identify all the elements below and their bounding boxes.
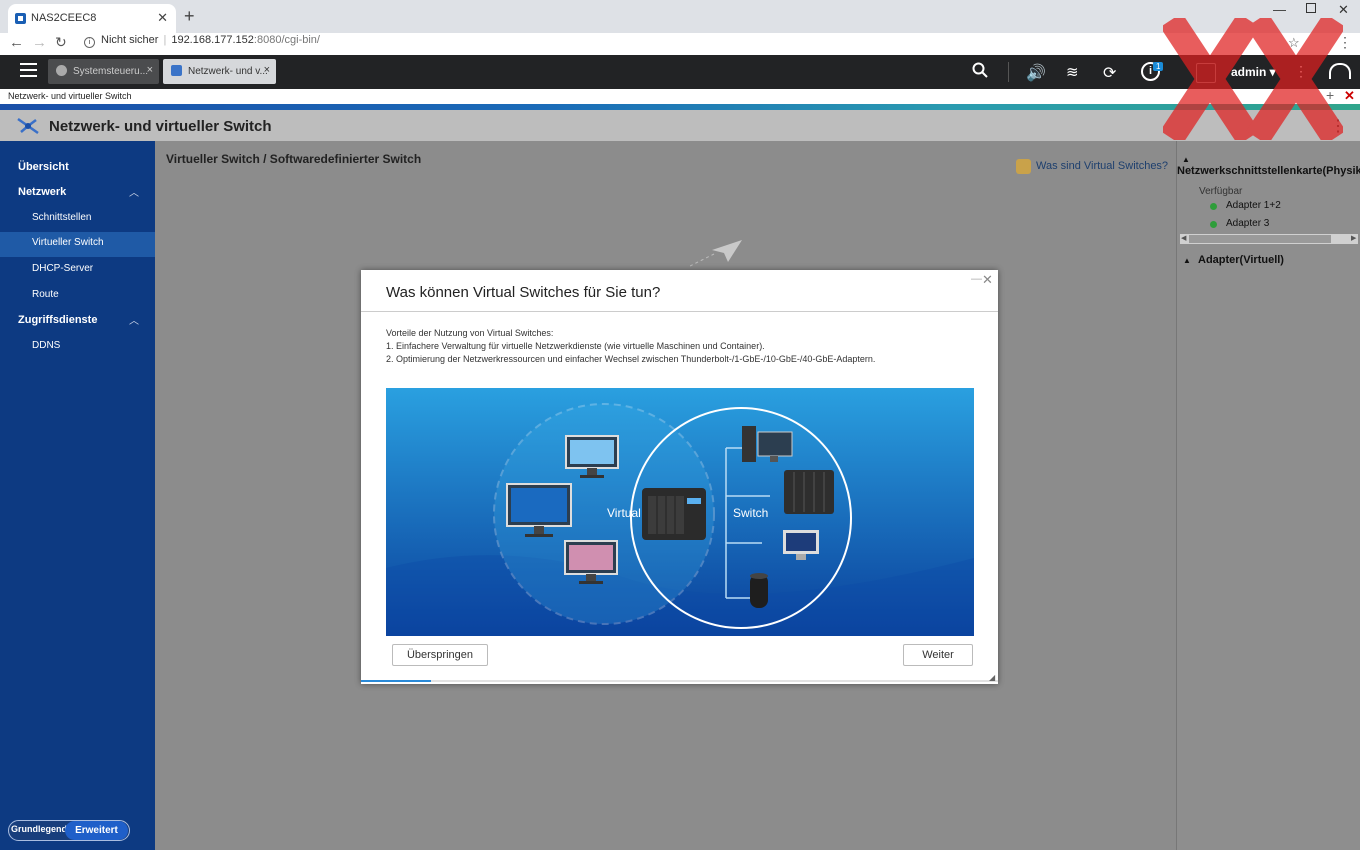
search-icon[interactable] xyxy=(972,62,988,83)
sidebar-item-ddns[interactable]: DDNS xyxy=(0,335,155,359)
status-dot xyxy=(1210,221,1217,228)
minimize-icon[interactable]: — xyxy=(971,273,982,285)
browser-tab-title: NAS2CEEC8 xyxy=(31,12,97,24)
skip-button[interactable]: Überspringen xyxy=(392,644,488,666)
qts-toolbar: Systemsteueru... × Netzwerk- und v... × … xyxy=(0,55,1360,89)
illus-switch-label: Switch xyxy=(733,506,768,520)
progress-track xyxy=(361,680,998,682)
main-menu-icon[interactable] xyxy=(20,63,37,80)
sidebar-item-overview[interactable]: Übersicht xyxy=(0,156,155,180)
page-title: Netzwerk- und virtueller Switch xyxy=(49,118,272,135)
window-crumb: Netzwerk- und virtueller Switch xyxy=(8,91,132,101)
adapter-item[interactable]: Adapter 3 xyxy=(1226,218,1269,229)
sidebar-item-label: DHCP-Server xyxy=(32,263,94,274)
progress-fill xyxy=(361,680,431,682)
sidebar-item-label: Zugriffsdienste xyxy=(18,314,98,326)
adapter-item[interactable]: Adapter 1+2 xyxy=(1226,200,1281,211)
virtual-adapter-header[interactable]: Adapter(Virtuell) xyxy=(1198,254,1284,266)
back-icon[interactable]: ← xyxy=(9,34,24,51)
sidebar-item-virtual-switch[interactable]: Virtueller Switch xyxy=(0,232,155,257)
maximize-window-icon[interactable] xyxy=(1306,3,1316,13)
url-path: :8080/cgi-bin/ xyxy=(253,34,320,46)
available-label: Verfügbar xyxy=(1199,186,1243,197)
close-icon[interactable]: × xyxy=(147,64,153,76)
collapse-icon[interactable]: ▲ xyxy=(1182,155,1190,164)
intro-dialog: Was können Virtual Switches für Sie tun?… xyxy=(361,270,998,684)
insecure-label: Nicht sicher xyxy=(101,34,159,46)
scroll-left-icon[interactable]: ◀ xyxy=(1181,234,1186,242)
new-tab-icon[interactable]: + xyxy=(184,6,195,27)
sidebar-item-network[interactable]: Netzwerk ︿ xyxy=(0,181,155,205)
close-app-icon[interactable]: ✕ xyxy=(1344,88,1355,104)
app-header: Netzwerk- und virtueller Switch ⋮ xyxy=(0,110,1360,141)
sidebar-item-label: DDNS xyxy=(32,340,61,351)
sidebar-item-label: Virtueller Switch xyxy=(32,237,104,248)
scroll-right-icon[interactable]: ▶ xyxy=(1351,234,1356,242)
browser-tab[interactable]: NAS2CEEC8 ✕ xyxy=(8,4,176,33)
notification-badge: 1 xyxy=(1153,62,1164,71)
gear-icon xyxy=(56,65,67,76)
sidebar-item-label: Schnittstellen xyxy=(32,212,92,223)
forward-icon[interactable]: → xyxy=(32,34,47,51)
mode-basic[interactable]: Grundlegend xyxy=(11,824,67,834)
window-crumb-bar: Netzwerk- und virtueller Switch + ✕ xyxy=(0,87,1360,104)
chevron-up-icon: ︿ xyxy=(129,316,139,327)
status-dot xyxy=(1210,203,1217,210)
reload-icon[interactable]: ↻ xyxy=(55,34,67,51)
close-icon[interactable]: ✕ xyxy=(982,272,993,288)
dialog-intro: Vorteile der Nutzung von Virtual Switche… xyxy=(386,328,554,338)
close-tab-icon[interactable]: ✕ xyxy=(157,10,168,26)
sidebar-item-label: Übersicht xyxy=(18,161,69,173)
network-switch-icon xyxy=(17,117,39,135)
right-panel xyxy=(1176,141,1360,850)
browser-tab-bar: NAS2CEEC8 ✕ + — ✕ xyxy=(0,0,1360,33)
watermark-logo xyxy=(1163,18,1343,140)
sync-icon[interactable]: ⟳ xyxy=(1103,63,1116,83)
mode-toggle[interactable]: Grundlegend Erweitert xyxy=(8,820,130,841)
network-switch-icon xyxy=(171,65,182,76)
paper-plane-icon xyxy=(690,240,742,267)
dialog-point-2: 2. Optimierung der Netzwerkressourcen un… xyxy=(386,354,876,364)
scrollbar-thumb[interactable] xyxy=(1189,235,1331,243)
chevron-up-icon: ︿ xyxy=(129,188,139,199)
sidebar-item-access-services[interactable]: Zugriffsdienste ︿ xyxy=(0,309,155,333)
url-host: 192.168.177.152 xyxy=(171,34,254,46)
app-tab-label: Netzwerk- und v... xyxy=(188,66,268,77)
close-icon[interactable]: × xyxy=(264,64,270,76)
help-link[interactable]: Was sind Virtual Switches? xyxy=(1036,160,1168,172)
virtual-switch-illustration: Virtual Switch xyxy=(386,388,974,636)
sidebar-item-dhcp-server[interactable]: DHCP-Server xyxy=(0,258,155,282)
mode-advanced[interactable]: Erweitert xyxy=(65,821,128,840)
close-window-icon[interactable]: ✕ xyxy=(1338,2,1349,18)
dialog-title: Was können Virtual Switches für Sie tun? xyxy=(386,284,661,301)
nas-device-icon xyxy=(642,488,706,540)
info-icon: i xyxy=(84,37,95,48)
next-button[interactable]: Weiter xyxy=(903,644,973,666)
volume-icon[interactable]: 🔊 xyxy=(1026,63,1046,83)
mac-pro-icon xyxy=(750,573,768,608)
app-tab-label: Systemsteueru... xyxy=(73,66,149,77)
divider xyxy=(361,311,998,312)
collapse-icon[interactable]: ▲ xyxy=(1183,256,1191,265)
sidebar-item-label: Netzwerk xyxy=(18,186,67,198)
qnap-favicon-icon xyxy=(15,13,26,24)
app-tab-control-panel[interactable]: Systemsteueru... × xyxy=(48,59,159,84)
sidebar-item-label: Route xyxy=(32,289,59,300)
dialog-point-1: 1. Einfachere Verwaltung für virtuelle N… xyxy=(386,341,765,351)
breadcrumb: Virtueller Switch / Softwaredefinierter … xyxy=(166,152,422,166)
url-field[interactable]: i Nicht sicher | 192.168.177.152:8080/cgi-b… xyxy=(84,34,320,48)
illus-virtual-label: Virtual xyxy=(607,506,641,520)
sidebar-item-interfaces[interactable]: Schnittstellen xyxy=(0,207,155,231)
resize-handle-icon[interactable]: ◢ xyxy=(989,673,995,682)
address-bar: ← → ↻ i Nicht sicher | 192.168.177.152:8080… xyxy=(0,33,1360,55)
app-tab-network[interactable]: Netzwerk- und v... × xyxy=(163,59,276,84)
stack-icon[interactable]: ≋ xyxy=(1066,63,1079,81)
help-book-icon[interactable] xyxy=(1016,159,1031,174)
sidebar-item-route[interactable]: Route xyxy=(0,284,155,308)
toolbar-divider xyxy=(1008,62,1009,82)
physical-nic-header[interactable]: Netzwerkschnittstellenkarte(Physikalis xyxy=(1177,165,1360,177)
minimize-window-icon[interactable]: — xyxy=(1273,2,1286,17)
server-rack-icon xyxy=(784,470,834,514)
